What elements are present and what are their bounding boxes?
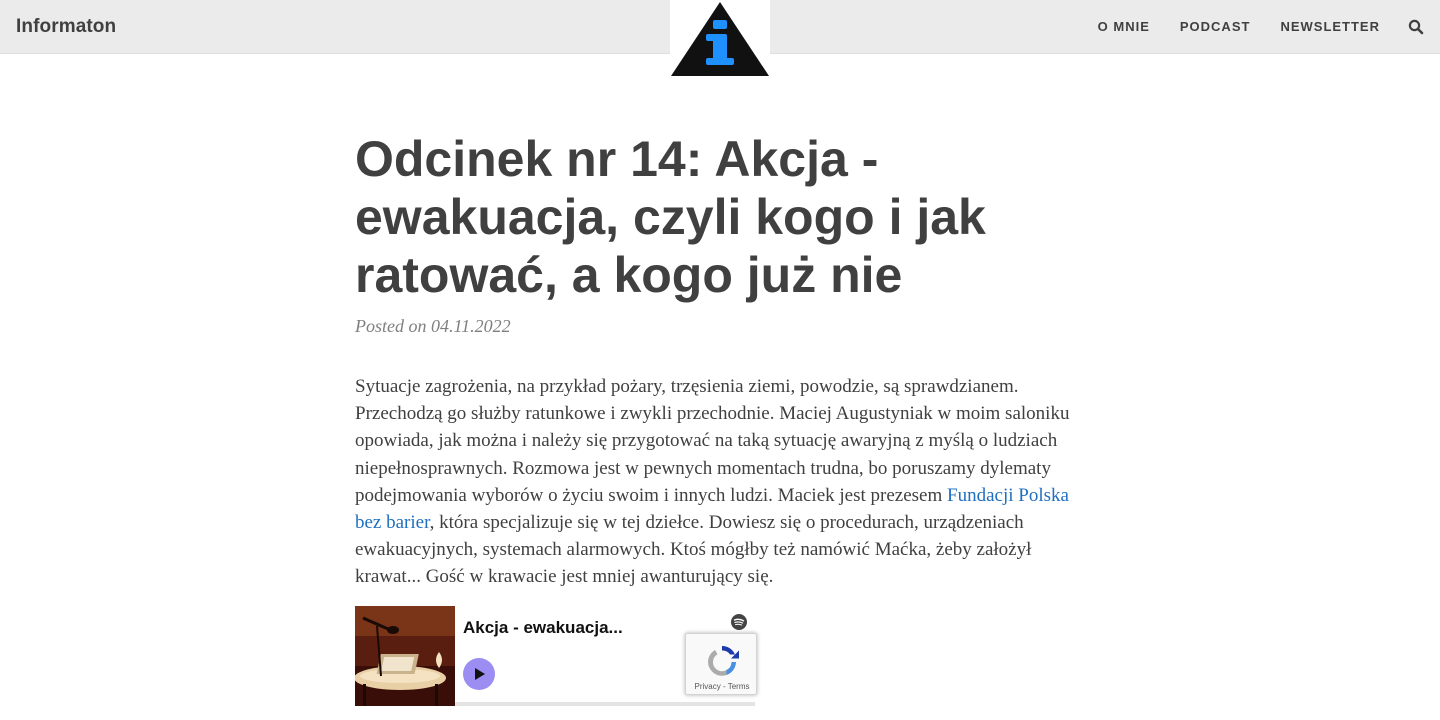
recaptcha-links[interactable]: Privacy - Terms xyxy=(686,682,758,691)
post-date: Posted on 04.11.2022 xyxy=(355,316,511,336)
spotify-icon xyxy=(731,614,747,630)
post-body: Sytuacje zagrożenia, na przykład pożary,… xyxy=(355,373,1090,591)
brand-link[interactable]: Informaton xyxy=(16,16,116,38)
navbar: Informaton O MNIE PODCAST NEWSLETTER xyxy=(0,0,1440,78)
recaptcha-icon xyxy=(708,645,739,676)
progress-bar[interactable] xyxy=(455,702,755,706)
post: Odcinek nr 14: Akcja - ewakuacja, czyli … xyxy=(355,130,1095,591)
search-icon xyxy=(1408,19,1424,35)
play-button[interactable] xyxy=(463,658,495,690)
recaptcha-badge[interactable]: Privacy - Terms xyxy=(685,633,757,695)
search-button[interactable] xyxy=(1408,19,1424,35)
site-logo[interactable] xyxy=(670,0,770,78)
spotify-link[interactable] xyxy=(731,614,747,630)
post-body-text-end: , która specjalizuje się w tej dziełce. … xyxy=(355,512,1032,588)
nav-link-podcast[interactable]: PODCAST xyxy=(1180,19,1251,34)
episode-cover[interactable] xyxy=(355,606,455,706)
play-icon xyxy=(475,668,485,680)
main-nav: O MNIE PODCAST NEWSLETTER xyxy=(1098,19,1380,34)
nav-link-o-mnie[interactable]: O MNIE xyxy=(1098,19,1150,34)
episode-title[interactable]: Akcja - ewakuacja... xyxy=(463,618,623,638)
episode-cover-image xyxy=(355,606,455,706)
post-title: Odcinek nr 14: Akcja - ewakuacja, czyli … xyxy=(355,131,986,303)
info-triangle-icon xyxy=(671,2,769,76)
nav-link-newsletter[interactable]: NEWSLETTER xyxy=(1280,19,1380,34)
